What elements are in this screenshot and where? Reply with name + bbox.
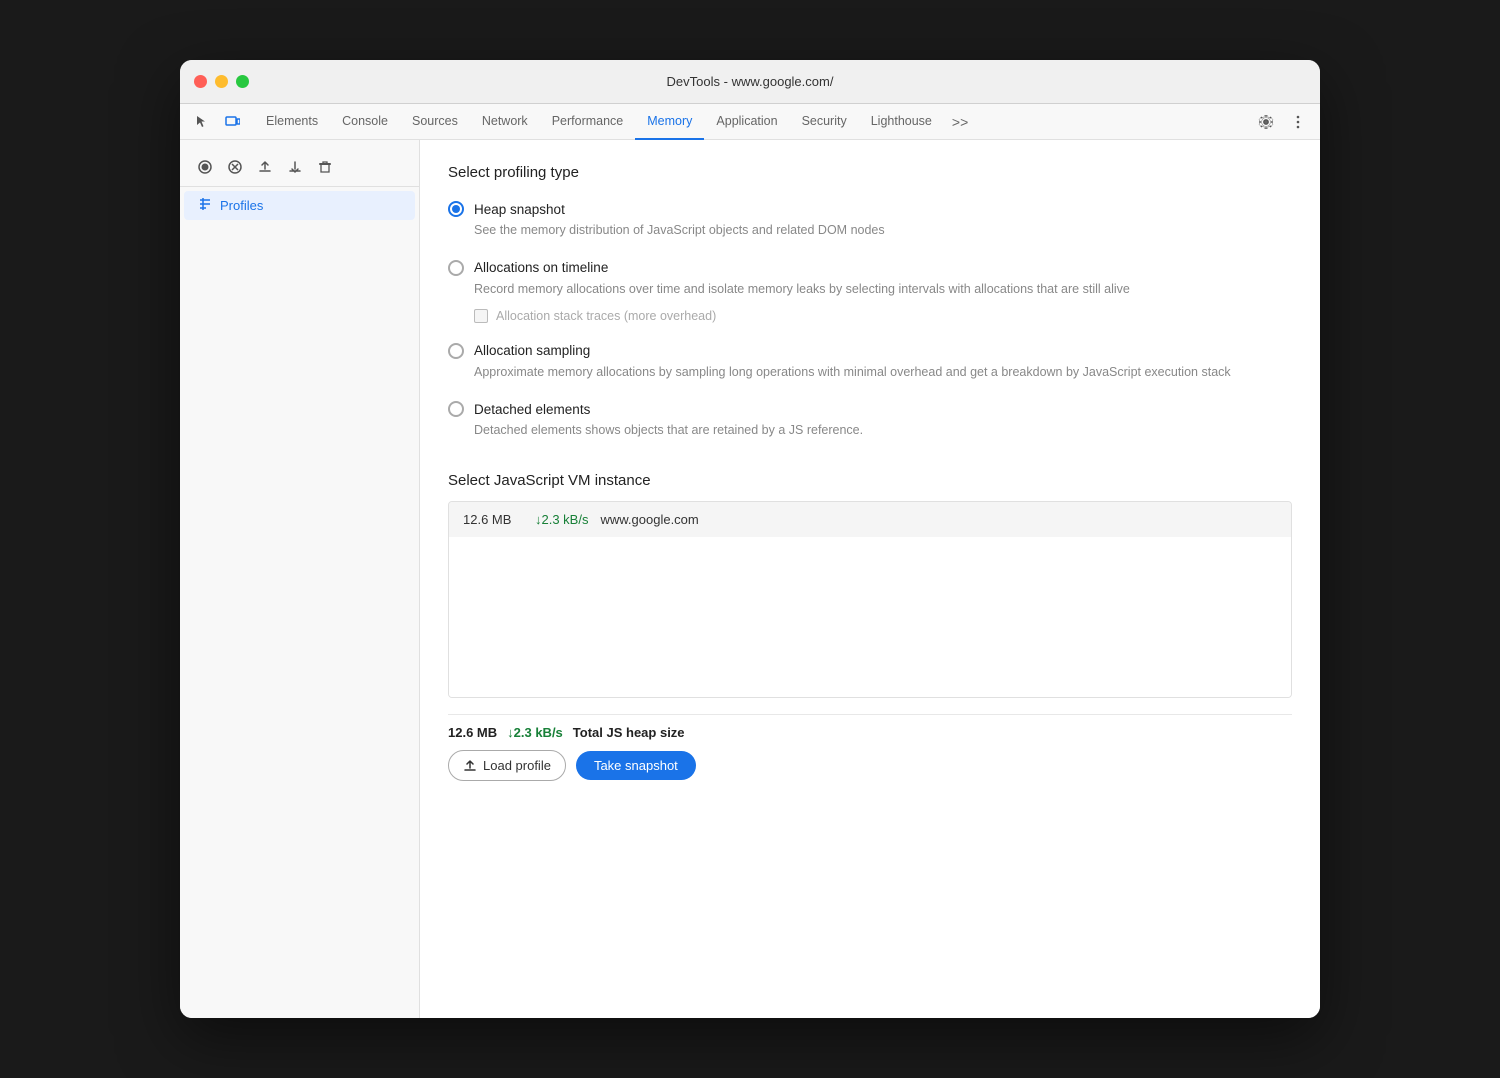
main-content: Select profiling type Heap snapshot See … [420, 140, 1320, 1018]
minimize-button[interactable] [215, 75, 228, 88]
allocations-timeline-desc: Record memory allocations over time and … [474, 280, 1292, 299]
allocations-timeline-option: Allocations on timeline Record memory al… [448, 260, 1292, 323]
tab-lighthouse[interactable]: Lighthouse [859, 104, 944, 140]
profiles-icon [198, 197, 212, 214]
download-icon[interactable] [282, 154, 308, 180]
allocations-timeline-radio[interactable] [448, 260, 464, 276]
window-title: DevTools - www.google.com/ [667, 74, 834, 89]
titlebar: DevTools - www.google.com/ [180, 60, 1320, 104]
allocation-checkbox-row: Allocation stack traces (more overhead) [474, 309, 1292, 323]
vm-section-title: Select JavaScript VM instance [448, 472, 1292, 489]
load-profile-button[interactable]: Load profile [448, 750, 566, 781]
close-button[interactable] [194, 75, 207, 88]
allocation-sampling-radio[interactable] [448, 343, 464, 359]
nav-tabs: Elements Console Sources Network Perform… [254, 104, 1252, 140]
vm-empty-area [449, 537, 1291, 697]
maximize-button[interactable] [236, 75, 249, 88]
vm-list: 12.6 MB ↓2.3 kB/s www.google.com [448, 501, 1292, 698]
footer-rate: ↓2.3 kB/s [507, 725, 563, 740]
vm-memory: 12.6 MB [463, 512, 523, 527]
inspect-element-icon[interactable] [188, 108, 216, 136]
take-snapshot-button[interactable]: Take snapshot [576, 751, 696, 780]
select-profiling-title: Select profiling type [448, 164, 1292, 181]
devtools-window: DevTools - www.google.com/ Elements [180, 60, 1320, 1018]
nav-right-icons [1252, 108, 1312, 136]
sidebar-item-profiles[interactable]: Profiles [184, 191, 415, 220]
footer-section: 12.6 MB ↓2.3 kB/s Total JS heap size Loa… [448, 714, 1292, 781]
upload-icon[interactable] [252, 154, 278, 180]
sidebar-toolbar [180, 148, 419, 187]
tab-security[interactable]: Security [790, 104, 859, 140]
tab-performance[interactable]: Performance [540, 104, 636, 140]
allocations-timeline-header[interactable]: Allocations on timeline [448, 260, 1292, 276]
footer-heap-label: Total JS heap size [573, 725, 685, 740]
tab-network[interactable]: Network [470, 104, 540, 140]
upload-icon [463, 759, 477, 773]
tab-sources[interactable]: Sources [400, 104, 470, 140]
detached-elements-header[interactable]: Detached elements [448, 401, 1292, 417]
vm-item[interactable]: 12.6 MB ↓2.3 kB/s www.google.com [449, 502, 1291, 537]
allocations-timeline-label: Allocations on timeline [474, 260, 608, 275]
detached-elements-radio[interactable] [448, 401, 464, 417]
tab-elements[interactable]: Elements [254, 104, 330, 140]
devtools-nav: Elements Console Sources Network Perform… [180, 104, 1320, 140]
vm-name: www.google.com [600, 512, 698, 527]
more-options-icon[interactable] [1284, 108, 1312, 136]
detached-elements-desc: Detached elements shows objects that are… [474, 421, 1292, 440]
allocation-stack-traces-checkbox[interactable] [474, 309, 488, 323]
detached-elements-option: Detached elements Detached elements show… [448, 401, 1292, 440]
tab-console[interactable]: Console [330, 104, 400, 140]
nav-tool-icons [188, 108, 246, 136]
detached-elements-label: Detached elements [474, 402, 590, 417]
settings-icon[interactable] [1252, 108, 1280, 136]
stop-button[interactable] [222, 154, 248, 180]
footer-memory: 12.6 MB [448, 725, 497, 740]
allocation-sampling-header[interactable]: Allocation sampling [448, 343, 1292, 359]
tab-memory[interactable]: Memory [635, 104, 704, 140]
heap-snapshot-label: Heap snapshot [474, 202, 565, 217]
record-button[interactable] [192, 154, 218, 180]
heap-snapshot-header[interactable]: Heap snapshot [448, 201, 1292, 217]
clear-icon[interactable] [312, 154, 338, 180]
heap-snapshot-option: Heap snapshot See the memory distributio… [448, 201, 1292, 240]
sidebar: Profiles [180, 140, 420, 1018]
take-snapshot-label: Take snapshot [594, 758, 678, 773]
allocation-stack-traces-label: Allocation stack traces (more overhead) [496, 309, 716, 323]
profiling-options: Heap snapshot See the memory distributio… [448, 201, 1292, 440]
heap-snapshot-radio[interactable] [448, 201, 464, 217]
footer-buttons: Load profile Take snapshot [448, 750, 1292, 781]
allocation-sampling-desc: Approximate memory allocations by sampli… [474, 363, 1292, 382]
device-toggle-icon[interactable] [218, 108, 246, 136]
radio-inner [452, 205, 460, 213]
vm-rate: ↓2.3 kB/s [535, 512, 588, 527]
more-tabs-button[interactable]: >> [944, 104, 976, 140]
heap-snapshot-desc: See the memory distribution of JavaScrip… [474, 221, 1292, 240]
load-profile-label: Load profile [483, 758, 551, 773]
allocation-sampling-label: Allocation sampling [474, 343, 590, 358]
devtools-body: Profiles Select profiling type Heap snap… [180, 140, 1320, 1018]
profiles-label: Profiles [220, 198, 263, 213]
tab-application[interactable]: Application [704, 104, 789, 140]
traffic-lights [194, 75, 249, 88]
allocation-sampling-option: Allocation sampling Approximate memory a… [448, 343, 1292, 382]
footer-stats: 12.6 MB ↓2.3 kB/s Total JS heap size [448, 725, 1292, 740]
